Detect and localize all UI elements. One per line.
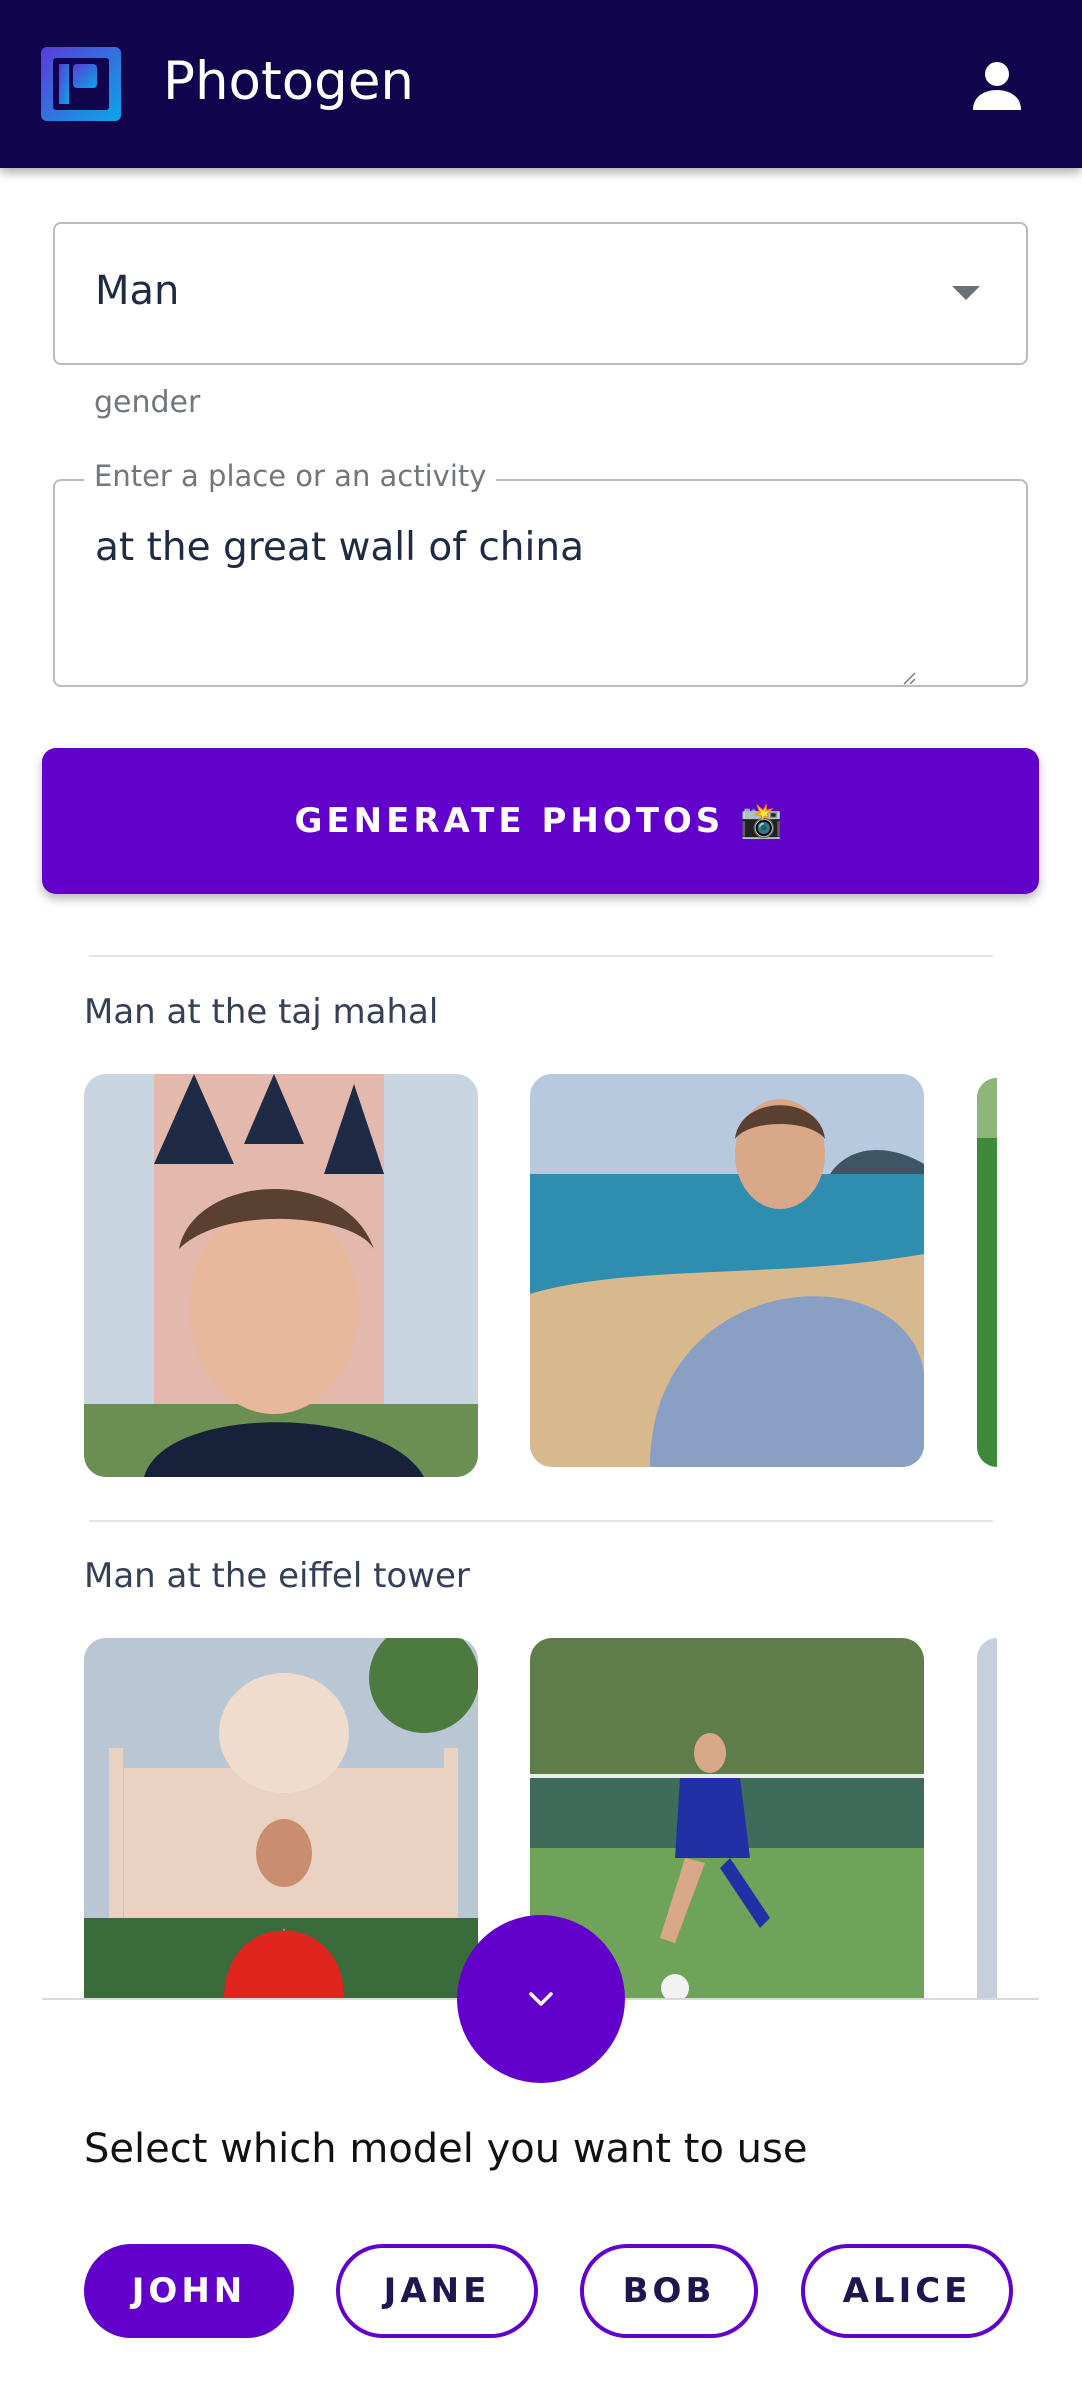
- photo-partial-grey[interactable]: [977, 1638, 997, 1998]
- photo-partial-green[interactable]: [977, 1078, 997, 1467]
- dropdown-caret-icon: [952, 286, 980, 300]
- account-icon[interactable]: [970, 58, 1024, 112]
- model-chip-john[interactable]: JOHN: [84, 2244, 294, 2338]
- photo-castle-portrait[interactable]: [84, 1074, 478, 1477]
- section-title: Man at the eiffel tower: [84, 1556, 470, 1596]
- activity-input[interactable]: at the great wall of china: [53, 479, 1028, 687]
- drawer-toggle-button[interactable]: [457, 1915, 625, 2083]
- model-chip-bob[interactable]: BOB: [580, 2244, 758, 2338]
- photogen-logo-icon: [41, 47, 121, 121]
- gender-helper-text: gender: [94, 385, 201, 420]
- generate-photos-label: GENERATE PHOTOS 📸: [294, 801, 787, 841]
- section-divider: [89, 955, 993, 957]
- app-bar: Photogen: [0, 0, 1082, 168]
- photo-beach-portrait[interactable]: [530, 1074, 924, 1467]
- section-divider: [89, 1520, 993, 1522]
- app-title: Photogen: [163, 51, 415, 112]
- model-chip-jane[interactable]: JANE: [336, 2244, 538, 2338]
- activity-field-label: Enter a place or an activity: [84, 459, 497, 493]
- gender-select-value: Man: [95, 268, 180, 314]
- model-select-prompt: Select which model you want to use: [84, 2126, 808, 2172]
- generate-photos-button[interactable]: GENERATE PHOTOS 📸: [42, 748, 1039, 894]
- activity-input-value: at the great wall of china: [95, 525, 584, 570]
- chevron-down-icon: [529, 1992, 553, 2006]
- resize-handle-icon[interactable]: [902, 671, 916, 685]
- gender-select[interactable]: Man: [53, 222, 1028, 365]
- photo-taj-mahal-portrait[interactable]: [84, 1638, 478, 1998]
- section-title: Man at the taj mahal: [84, 992, 439, 1032]
- model-chip-alice[interactable]: ALICE: [801, 2244, 1013, 2338]
